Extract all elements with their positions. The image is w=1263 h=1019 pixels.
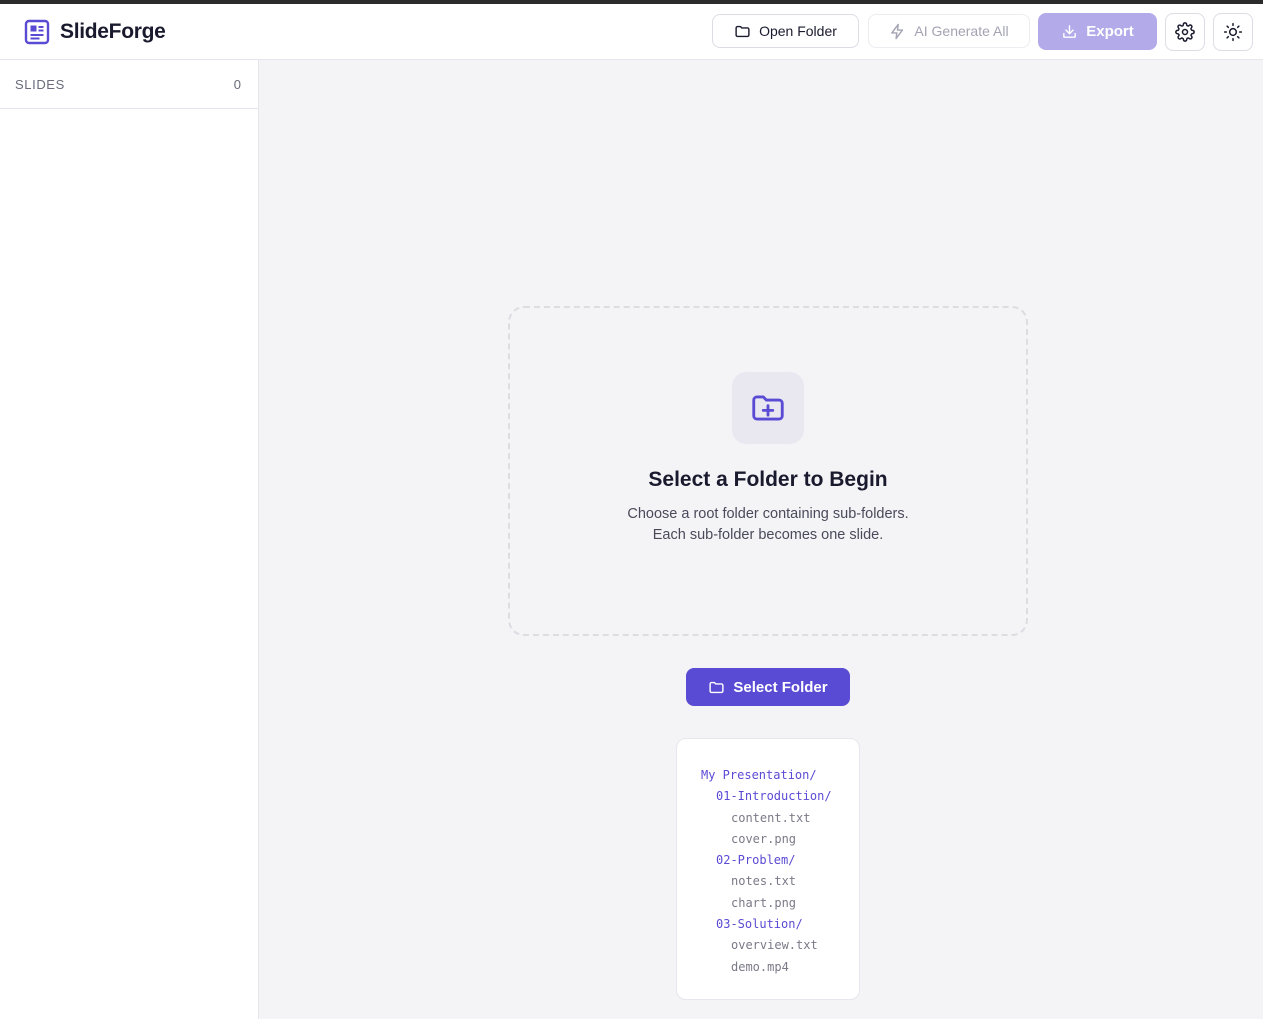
folder-plus-icon <box>752 395 784 421</box>
empty-state-title: Select a Folder to Begin <box>648 468 888 491</box>
lightning-icon <box>891 23 904 39</box>
description-line-2: Each sub-folder becomes one slide. <box>652 527 884 543</box>
folder-icon <box>735 25 750 37</box>
app-name: SlideForge <box>60 20 166 43</box>
tree-folder: 02-Problem/ <box>716 853 796 868</box>
sun-icon <box>1223 22 1243 42</box>
tree-file: content.txt <box>731 810 811 825</box>
export-button[interactable]: Export <box>1038 13 1157 50</box>
empty-state-description: Choose a root folder containing sub-fold… <box>510 504 1026 546</box>
tree-root-folder: My Presentation/ <box>701 768 817 782</box>
slides-logo-icon <box>24 19 50 45</box>
export-label: Export <box>1086 23 1134 40</box>
open-folder-button[interactable]: Open Folder <box>712 14 859 48</box>
download-icon <box>1063 25 1077 38</box>
ai-generate-label: AI Generate All <box>914 23 1009 39</box>
slides-sidebar: SLIDES 0 <box>0 60 259 1019</box>
theme-toggle-button[interactable] <box>1213 13 1253 51</box>
tree-folder: 01-Introduction/ <box>716 789 832 804</box>
select-folder-button[interactable]: Select Folder <box>686 668 850 706</box>
tree-file: overview.txt <box>731 938 818 953</box>
brand[interactable]: SlideForge <box>24 19 166 45</box>
gear-icon <box>1175 22 1195 42</box>
settings-button[interactable] <box>1165 13 1205 51</box>
folder-icon <box>709 681 724 693</box>
ai-generate-all-button[interactable]: AI Generate All <box>868 14 1030 48</box>
tree-file: demo.mp4 <box>731 959 789 974</box>
description-line-1: Choose a root folder containing sub-fold… <box>627 506 909 522</box>
folder-drop-zone[interactable]: Select a Folder to Begin Choose a root f… <box>508 306 1028 636</box>
slide-count: 0 <box>233 76 241 92</box>
tree-folder: 03-Solution/ <box>716 917 803 932</box>
select-folder-label: Select Folder <box>733 678 828 696</box>
tree-file: cover.png <box>731 831 797 846</box>
example-folder-tree: My Presentation/ 01-Introduction/ conten… <box>676 738 860 1000</box>
tree-file: chart.png <box>731 895 797 910</box>
drop-icon-container <box>732 372 804 444</box>
sidebar-title: SLIDES <box>15 76 65 92</box>
tree-file: notes.txt <box>731 874 797 889</box>
sidebar-header: SLIDES 0 <box>0 60 258 109</box>
app-header: SlideForge Open Folder AI Generate All E… <box>0 4 1263 60</box>
open-folder-label: Open Folder <box>759 23 837 39</box>
